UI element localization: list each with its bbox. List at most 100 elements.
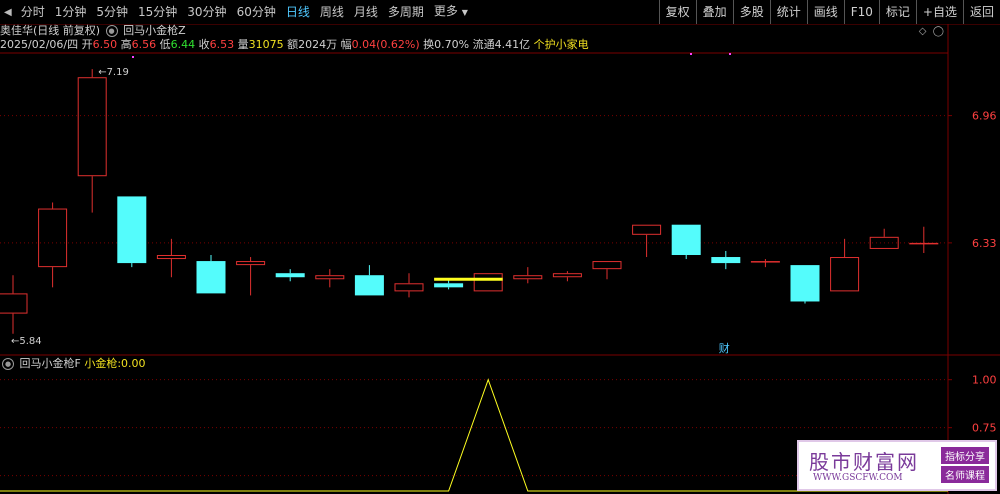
chevron-left-icon[interactable]: ◀ xyxy=(0,7,16,18)
open-value: 6.50 xyxy=(92,38,118,51)
kline-chart[interactable]: 6.336.960.500.751.00 ←7.19←5.84财 xyxy=(0,0,1000,494)
candle-body xyxy=(750,261,780,263)
back-button[interactable]: 返回 xyxy=(962,0,1000,24)
signal-dot xyxy=(729,53,731,55)
candle[interactable] xyxy=(632,224,662,258)
candle-body xyxy=(394,283,424,292)
float-value: 4.41亿 xyxy=(494,38,531,51)
tab-5min[interactable]: 5分钟 xyxy=(91,0,133,24)
candle-body xyxy=(236,261,266,266)
candle-body xyxy=(909,242,939,245)
candle-body xyxy=(790,265,820,302)
candle[interactable] xyxy=(315,269,345,288)
watermark-tag-course: 名师课程 xyxy=(941,466,989,483)
tab-daily[interactable]: 日线 xyxy=(281,0,315,24)
candle-body xyxy=(77,77,107,177)
candle-body xyxy=(711,257,741,264)
quote-line: 2025/02/06/四 开6.50 高6.56 低6.44 收6.53 量31… xyxy=(0,38,589,52)
stock-name[interactable]: 奥佳华(日线 前复权) xyxy=(0,24,100,37)
candle[interactable] xyxy=(473,273,503,292)
tab-1min[interactable]: 1分钟 xyxy=(50,0,92,24)
tool-buttons: 复权 叠加 多股 统计 画线 F10 标记 +自选 返回 xyxy=(658,0,1000,24)
add-watchlist-button[interactable]: +自选 xyxy=(915,0,963,24)
float-label: 流通 xyxy=(472,38,495,51)
panel-controls: ◇ ◯ xyxy=(919,26,944,37)
candle[interactable] xyxy=(394,273,424,298)
candle-body xyxy=(434,283,464,288)
open-label: 开 xyxy=(81,38,93,51)
statistics-button[interactable]: 统计 xyxy=(769,0,807,24)
event-marker: 财 xyxy=(719,341,730,355)
candle[interactable] xyxy=(830,238,860,292)
tab-multi-period[interactable]: 多周期 xyxy=(383,0,429,24)
candle-body xyxy=(869,236,899,249)
main-y-tick-label: 6.96 xyxy=(972,110,997,123)
candle[interactable] xyxy=(790,265,820,304)
settings-icon[interactable]: ● xyxy=(105,25,118,37)
candle[interactable] xyxy=(552,271,582,282)
draw-line-button[interactable]: 画线 xyxy=(806,0,844,24)
candle[interactable] xyxy=(38,202,68,288)
quote-date: 2025/02/06/四 xyxy=(0,38,79,51)
rights-adjust-button[interactable]: 复权 xyxy=(658,0,696,24)
sector-label[interactable]: 个护小家电 xyxy=(534,38,589,51)
signal-dot xyxy=(690,53,692,55)
change-value: 0.04(0.62%) xyxy=(351,38,420,51)
candle[interactable] xyxy=(275,269,305,282)
tab-more-label: 更多 xyxy=(433,4,458,18)
candle[interactable] xyxy=(236,257,266,296)
high-value: 6.56 xyxy=(131,38,157,51)
volume-value: 31075 xyxy=(248,38,284,51)
overlay-button[interactable]: 叠加 xyxy=(695,0,733,24)
candle[interactable] xyxy=(354,265,384,296)
indicator-settings-icon[interactable]: ● xyxy=(2,358,14,370)
candle-body xyxy=(632,224,662,235)
candle[interactable] xyxy=(750,259,780,268)
amount-label: 额 xyxy=(287,38,299,51)
watermark-tag-share: 指标分享 xyxy=(941,447,989,464)
main-indicator-name[interactable]: 回马小金枪Z xyxy=(123,24,186,37)
candle-body xyxy=(552,273,582,278)
watermark-title: 股市财富网 xyxy=(809,450,919,474)
sub-indicator-name[interactable]: 回马小金枪F xyxy=(20,357,81,370)
f10-button[interactable]: F10 xyxy=(843,0,879,24)
period-tabs: ◀ 分时 1分钟 5分钟 15分钟 30分钟 60分钟 日线 周线 月线 多周期… xyxy=(0,0,473,24)
tab-more[interactable]: 更多 ▼ xyxy=(429,0,473,25)
candle[interactable] xyxy=(0,275,28,334)
candle-body xyxy=(592,261,622,270)
signal-dot xyxy=(132,56,134,58)
min-price-label: ←5.84 xyxy=(11,336,42,347)
candle[interactable] xyxy=(77,69,107,213)
candle[interactable] xyxy=(711,250,741,270)
tab-monthly[interactable]: 月线 xyxy=(349,0,383,24)
tab-60min[interactable]: 60分钟 xyxy=(232,0,281,24)
candle-body xyxy=(671,224,701,256)
candle-body xyxy=(513,275,543,280)
candle[interactable] xyxy=(513,267,543,284)
watermark-logo: 股市财富网 WWW.GSCFW.COM 指标分享 名师课程 xyxy=(797,440,997,491)
candle[interactable] xyxy=(869,228,899,249)
candle[interactable] xyxy=(909,226,939,253)
candle-body xyxy=(830,257,860,292)
tab-15min[interactable]: 15分钟 xyxy=(133,0,182,24)
low-label: 低 xyxy=(159,38,171,51)
candle[interactable] xyxy=(117,196,147,268)
candle-body xyxy=(38,208,68,268)
mark-button[interactable]: 标记 xyxy=(878,0,916,24)
tab-30min[interactable]: 30分钟 xyxy=(182,0,231,24)
turnover-value: 0.70% xyxy=(434,38,470,51)
diamond-icon[interactable]: ◇ xyxy=(919,26,927,37)
tab-timeshare[interactable]: 分时 xyxy=(16,0,50,24)
candle-body xyxy=(156,255,186,260)
candle[interactable] xyxy=(434,279,464,290)
close-icon[interactable]: ◯ xyxy=(933,26,944,37)
candle[interactable] xyxy=(592,261,622,280)
sub-y-tick-label: 1.00 xyxy=(972,374,997,387)
candle[interactable] xyxy=(156,238,186,278)
candle[interactable] xyxy=(671,224,701,260)
sub-y-tick-label: 0.75 xyxy=(972,422,997,435)
candle[interactable] xyxy=(196,255,226,294)
multi-stock-button[interactable]: 多股 xyxy=(732,0,770,24)
tab-weekly[interactable]: 周线 xyxy=(315,0,349,24)
sub-series-value: 0.00 xyxy=(121,357,146,370)
